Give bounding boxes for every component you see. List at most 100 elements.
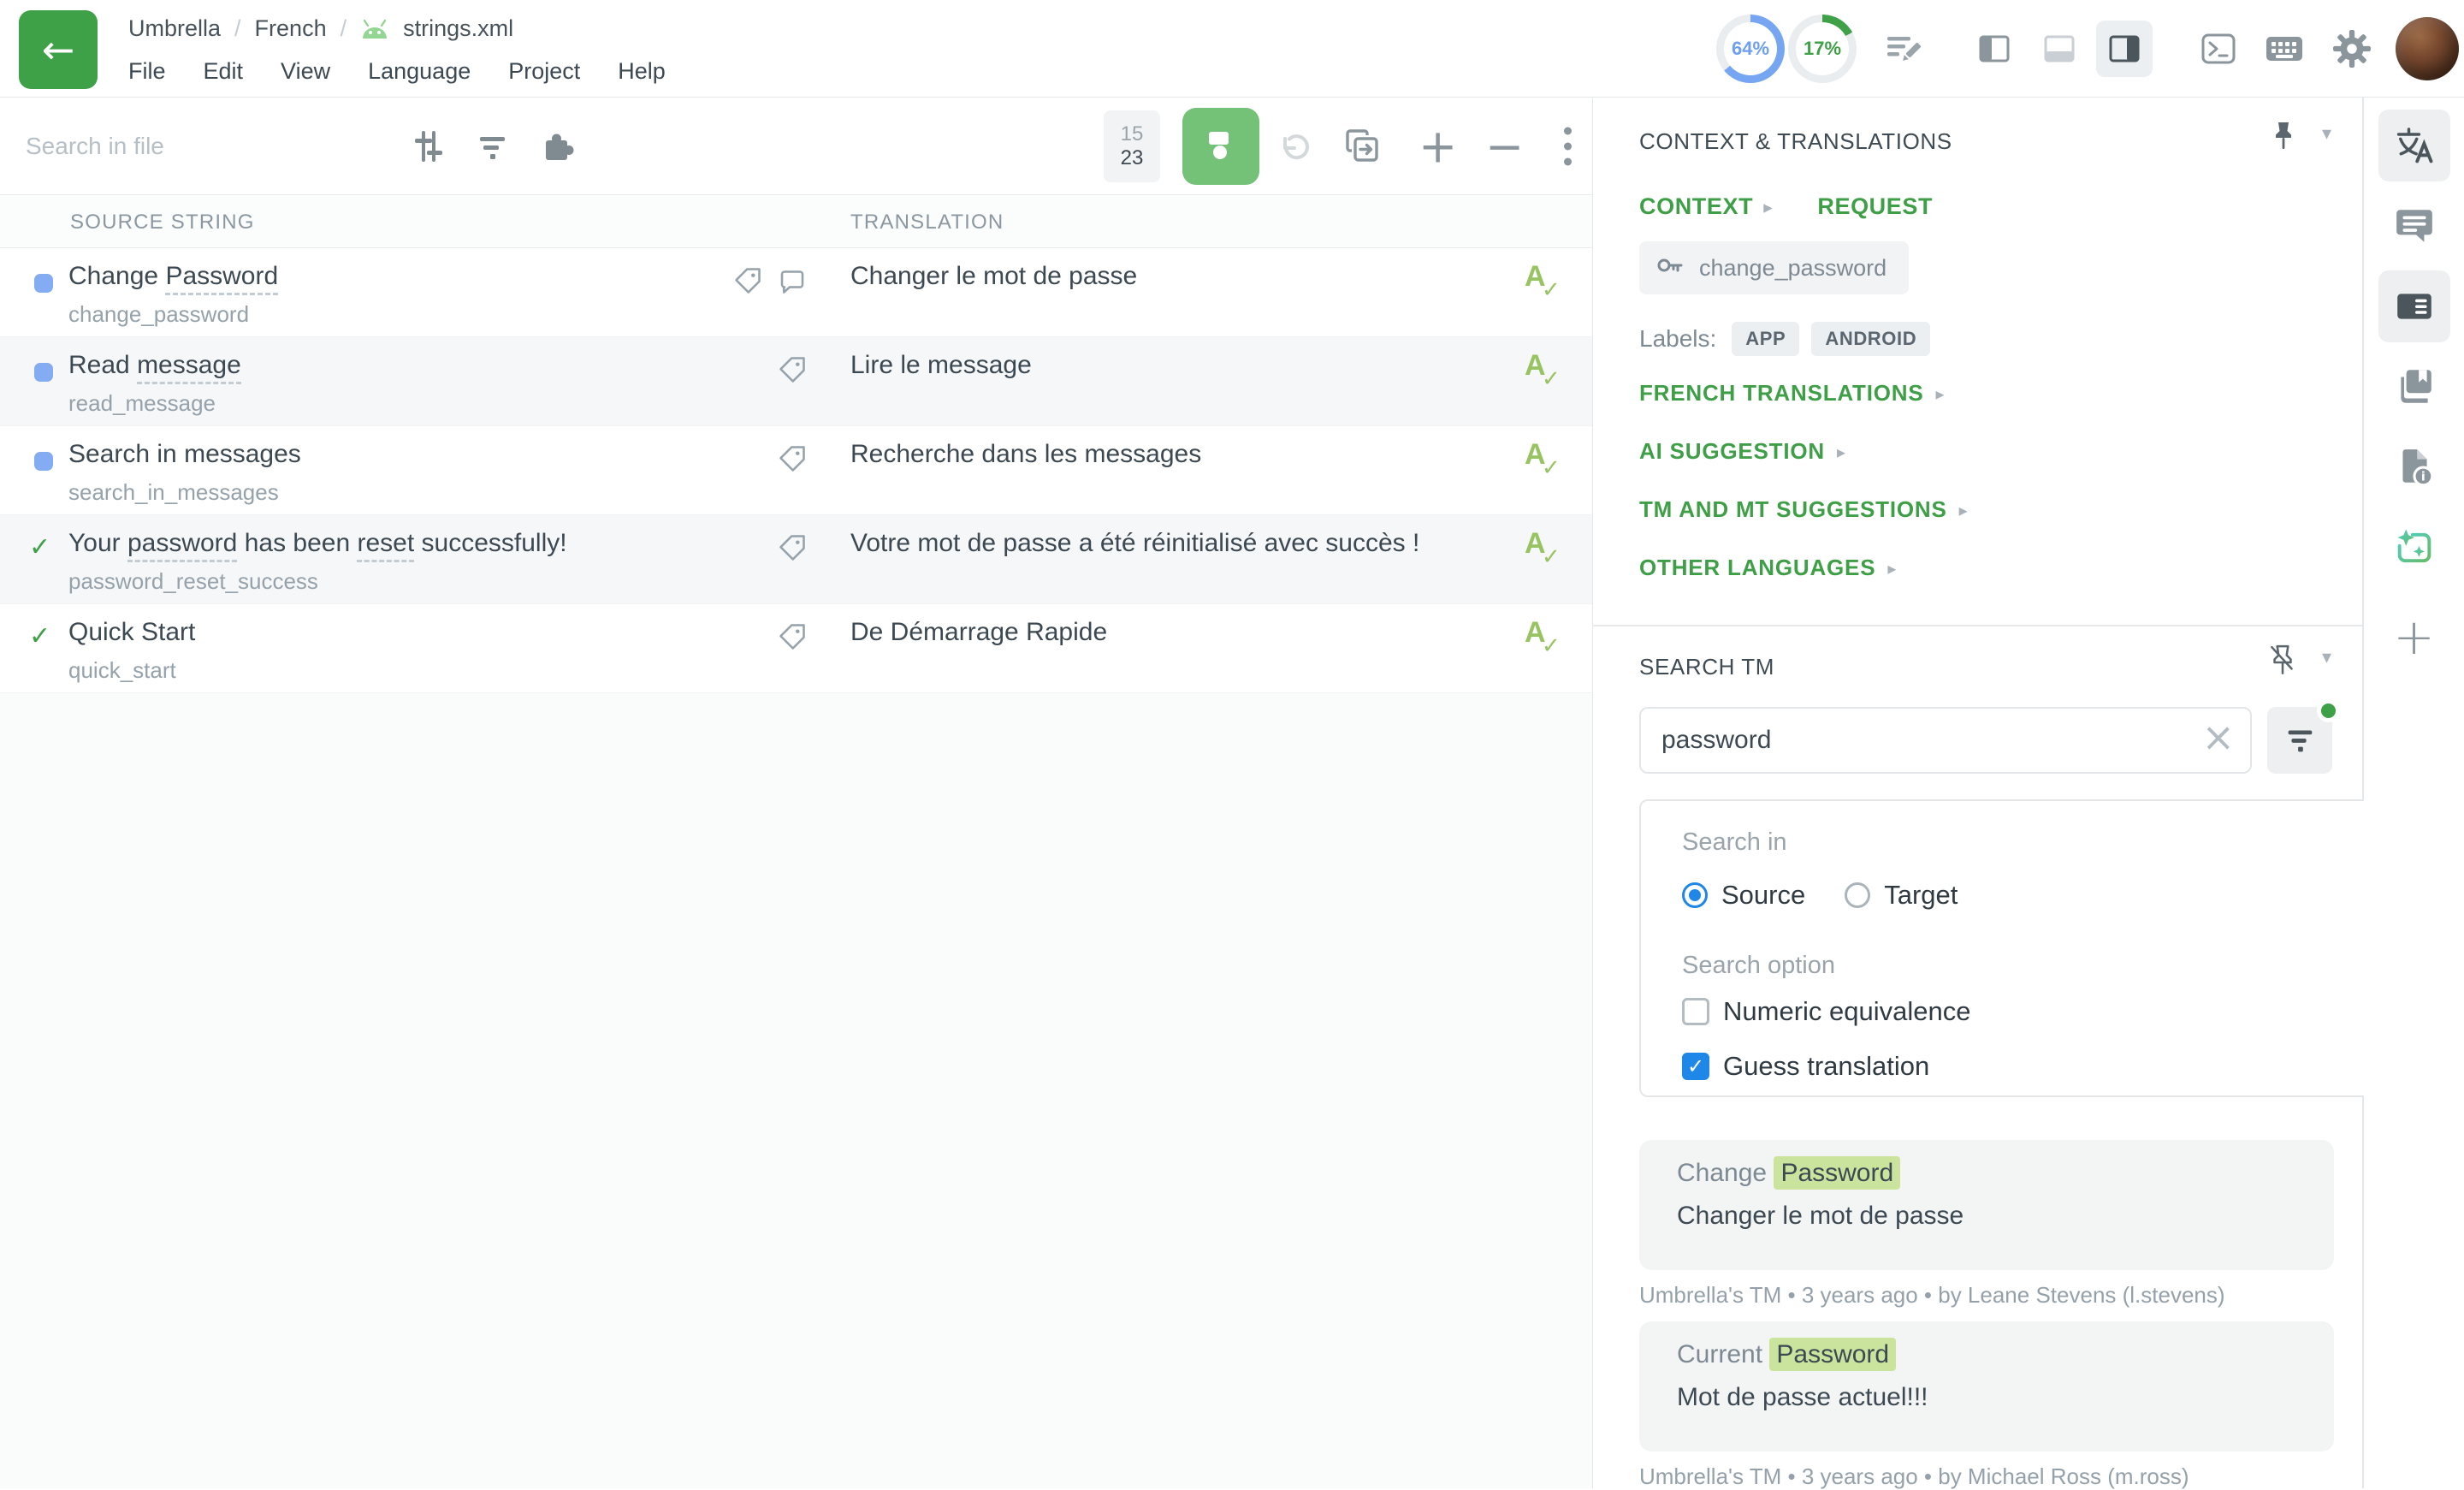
string-row[interactable]: ✓ Quick Start quick_start De Démarrage R…: [0, 604, 1592, 693]
glossary-panel-icon[interactable]: [2378, 351, 2450, 423]
plugins-puzzle-icon[interactable]: [537, 127, 577, 166]
radio-target[interactable]: Target: [1845, 880, 1958, 911]
checkbox-guess-translation[interactable]: ✓ Guess translation: [1682, 1051, 1929, 1082]
menu-project[interactable]: Project: [508, 58, 580, 85]
tm-match-highlight: Password: [1774, 1156, 1900, 1190]
checkbox-numeric-equivalence[interactable]: Numeric equivalence: [1682, 996, 1970, 1027]
file-search-input[interactable]: [26, 121, 394, 172]
tag-icon[interactable]: [777, 354, 808, 389]
string-key-chip[interactable]: change_password: [1639, 241, 1909, 294]
tab-context[interactable]: CONTEXT▸: [1639, 193, 1773, 220]
checkbox-control[interactable]: [1682, 998, 1709, 1025]
menu-file[interactable]: File: [128, 58, 166, 85]
breadcrumb-project[interactable]: Umbrella: [128, 15, 221, 42]
tm-result-card[interactable]: Current Password Mot de passe actuel!!!: [1639, 1321, 2334, 1451]
panel-divider: [1593, 625, 2362, 626]
settings-gear-icon[interactable]: [2332, 29, 2372, 68]
unpin-icon[interactable]: [2267, 644, 2298, 684]
keyboard-icon[interactable]: [2264, 28, 2305, 69]
breadcrumb-separator: /: [341, 15, 347, 42]
layout-bottom-panel-button[interactable]: [2031, 21, 2088, 77]
spellcheck-icon[interactable]: A✓: [1525, 349, 1562, 392]
translation-text[interactable]: Recherche dans les messages: [850, 440, 1201, 469]
remove-string-icon[interactable]: −: [1485, 119, 1524, 173]
ai-panel-icon[interactable]: [2378, 512, 2450, 584]
tm-result-card[interactable]: Change Password Changer le mot de passe: [1639, 1140, 2334, 1270]
spellcheck-icon[interactable]: A✓: [1525, 438, 1562, 481]
layout-left-panel-button[interactable]: [1966, 21, 2023, 77]
breadcrumb-language[interactable]: French: [255, 15, 327, 42]
back-button[interactable]: ←: [19, 10, 98, 89]
tasks-edit-icon[interactable]: [1884, 29, 1923, 68]
search-in-radio-group: Source Target: [1682, 880, 1958, 911]
misspelled-word: Password: [165, 262, 278, 295]
comments-panel-icon[interactable]: [2378, 190, 2450, 262]
side-rail: i +: [2364, 98, 2464, 1488]
radio-target-control[interactable]: [1845, 882, 1870, 908]
string-list: Change Password change_password Changer …: [0, 248, 1592, 693]
pin-icon[interactable]: [2269, 120, 2298, 158]
source-string[interactable]: Read message: [68, 351, 241, 380]
tm-search-input[interactable]: [1639, 707, 2252, 774]
translation-text[interactable]: Lire le message: [850, 351, 1032, 380]
undo-icon[interactable]: [1275, 127, 1314, 166]
comment-icon[interactable]: [777, 265, 808, 300]
radio-source[interactable]: Source: [1682, 880, 1805, 911]
tag-icon[interactable]: [777, 532, 808, 567]
menu-language[interactable]: Language: [368, 58, 471, 85]
breadcrumb-file[interactable]: strings.xml: [403, 15, 513, 42]
spellcheck-icon[interactable]: A✓: [1525, 616, 1562, 659]
menu-help[interactable]: Help: [618, 58, 666, 85]
counter-filtered: 15: [1121, 122, 1144, 146]
clear-search-icon[interactable]: ×: [2201, 717, 2235, 757]
save-button[interactable]: [1182, 108, 1259, 185]
menu-view[interactable]: View: [281, 58, 330, 85]
add-panel-icon[interactable]: +: [2378, 601, 2450, 673]
source-string[interactable]: Quick Start: [68, 618, 195, 647]
tab-request[interactable]: REQUEST: [1817, 193, 1933, 220]
spellcheck-icon[interactable]: A✓: [1525, 260, 1562, 303]
user-avatar[interactable]: [2396, 17, 2459, 80]
search-tm-collapse-chevron-icon[interactable]: ▾: [2322, 647, 2331, 668]
translation-text[interactable]: Votre mot de passe a été réinitialisé av…: [850, 529, 1419, 558]
filter-settings-icon[interactable]: [409, 128, 447, 165]
string-row[interactable]: Change Password change_password Changer …: [0, 248, 1592, 337]
section-french-translations[interactable]: FRENCH TRANSLATIONS▸: [1639, 380, 2332, 407]
document-info-panel-icon[interactable]: i: [2378, 431, 2450, 503]
string-row[interactable]: ✓ Your password has been reset successfu…: [0, 515, 1592, 604]
translations-panel-icon[interactable]: [2378, 110, 2450, 181]
label-chip-app[interactable]: APP: [1732, 322, 1799, 356]
menu-edit[interactable]: Edit: [204, 58, 244, 85]
context-panel-icon[interactable]: [2378, 270, 2450, 342]
tm-source: Change Password: [1677, 1159, 2308, 1188]
panel-collapse-chevron-icon[interactable]: ▾: [2322, 123, 2331, 145]
duplicate-icon[interactable]: [1342, 126, 1383, 167]
tag-icon[interactable]: [732, 265, 763, 300]
spellcheck-icon[interactable]: A✓: [1525, 527, 1562, 570]
tag-icon[interactable]: [777, 443, 808, 478]
checkbox-control[interactable]: ✓: [1682, 1053, 1709, 1080]
radio-source-control[interactable]: [1682, 882, 1708, 908]
string-row[interactable]: Read message read_message Lire le messag…: [0, 337, 1592, 426]
tm-filter-button[interactable]: [2267, 707, 2332, 774]
progress-ring-label: 17%: [1788, 15, 1857, 83]
label-chip-android[interactable]: ANDROID: [1811, 322, 1930, 356]
add-string-icon[interactable]: +: [1419, 119, 1457, 173]
translation-text[interactable]: De Démarrage Rapide: [850, 618, 1107, 647]
section-other-languages[interactable]: OTHER LANGUAGES▸: [1639, 555, 2332, 581]
progress-ring-reviewed[interactable]: 17%: [1788, 15, 1857, 83]
translation-text[interactable]: Changer le mot de passe: [850, 262, 1137, 291]
tag-icon[interactable]: [777, 621, 808, 656]
section-tm-and-mt-suggestions[interactable]: TM AND MT SUGGESTIONS▸: [1639, 496, 2332, 523]
source-string[interactable]: Search in messages: [68, 440, 301, 469]
more-options-icon[interactable]: [1564, 127, 1572, 165]
layout-right-panel-button[interactable]: [2096, 21, 2153, 77]
progress-ring-translated[interactable]: 64%: [1716, 15, 1785, 83]
breadcrumb-separator: /: [234, 15, 241, 42]
string-row[interactable]: Search in messages search_in_messages Re…: [0, 426, 1592, 515]
source-string[interactable]: Change Password: [68, 262, 278, 291]
source-string[interactable]: Your password has been reset successfull…: [68, 529, 567, 558]
section-ai-suggestion[interactable]: AI SUGGESTION▸: [1639, 438, 2332, 465]
filter-funnel-icon[interactable]: [473, 128, 511, 165]
terminal-icon[interactable]: [2199, 29, 2238, 68]
